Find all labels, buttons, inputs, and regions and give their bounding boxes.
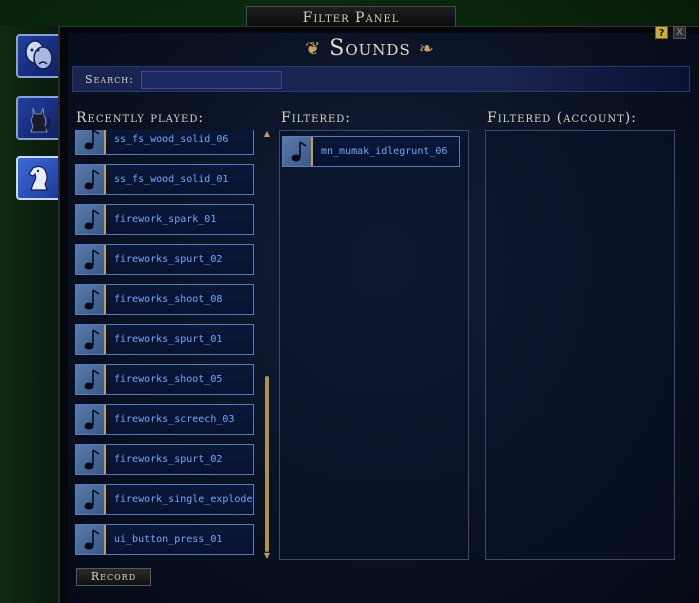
heading-text: Sounds (329, 36, 411, 61)
music-note-icon (283, 137, 313, 166)
search-label: Search: (85, 73, 134, 86)
sound-name: fireworks_spurt_02 (114, 454, 223, 465)
sound-list-item[interactable]: firework_single_explode_08 (75, 484, 254, 515)
filtered-account-list[interactable] (485, 130, 675, 560)
scroll-down-icon[interactable]: ▼ (262, 552, 272, 560)
sound-name: fireworks_screech_03 (114, 414, 235, 425)
tab-emotes[interactable] (16, 34, 62, 78)
window-title[interactable]: Filter Panel (246, 6, 456, 28)
sound-list-item[interactable]: firework_spark_01 (75, 204, 254, 235)
sound-name: fireworks_shoot_05 (114, 374, 223, 385)
recently-played-scrollbar[interactable]: ▲ ▼ (262, 130, 272, 560)
theater-masks-icon (25, 40, 53, 70)
help-button[interactable]: ? (655, 26, 668, 39)
cat-icon (30, 107, 51, 133)
music-note-icon (76, 165, 106, 194)
tab-pets[interactable] (16, 96, 62, 140)
sound-name: firework_single_explode_08 (114, 494, 253, 505)
sound-name: fireworks_spurt_01 (114, 334, 223, 345)
sound-name: fireworks_spurt_02 (114, 254, 223, 265)
left-ornament-icon: ❦ (305, 38, 322, 60)
sound-list-item[interactable]: ui_button_press_01 (75, 524, 254, 555)
music-note-icon (76, 285, 106, 314)
music-note-icon (76, 405, 106, 434)
filtered-header: Filtered: (281, 110, 352, 126)
music-note-icon (76, 525, 106, 554)
sound-list-item[interactable]: fireworks_spurt_02 (75, 444, 254, 475)
music-note-icon (76, 325, 106, 354)
sound-list-item[interactable]: fireworks_screech_03 (75, 404, 254, 435)
sound-list-item[interactable]: fireworks_shoot_05 (75, 364, 254, 395)
section-heading: ❦ Sounds ❧ (270, 36, 470, 64)
filtered-account-header: Filtered (account): (487, 110, 637, 126)
sound-list-item[interactable]: ss_fs_wood_solid_01 (75, 164, 254, 195)
music-note-icon (76, 445, 106, 474)
music-note-icon (76, 205, 106, 234)
right-ornament-icon: ❧ (418, 38, 435, 60)
sound-name: fireworks_shoot_08 (114, 294, 223, 305)
knight-chess-piece-icon (28, 165, 48, 191)
recently-played-header: Recently played: (76, 110, 205, 126)
sound-name: firework_spark_01 (114, 214, 217, 225)
sound-name: ui_button_press_01 (114, 534, 223, 545)
sound-list-item[interactable]: mn_mumak_idlegrunt_06 (282, 136, 460, 167)
sound-name: ss_fs_wood_solid_01 (114, 174, 229, 185)
sound-name: ss_fs_wood_solid_06 (114, 134, 229, 145)
sound-list-item[interactable]: fireworks_shoot_08 (75, 284, 254, 315)
scroll-thumb[interactable] (265, 376, 269, 552)
music-note-icon (76, 245, 106, 274)
sound-list-item[interactable]: fireworks_spurt_01 (75, 324, 254, 355)
tab-sounds[interactable] (16, 156, 62, 200)
music-note-icon (76, 485, 106, 514)
scroll-up-icon[interactable]: ▲ (262, 130, 272, 138)
filtered-list[interactable] (279, 130, 469, 560)
close-button[interactable]: X (673, 26, 686, 39)
sound-list-item[interactable]: fireworks_spurt_02 (75, 244, 254, 275)
music-note-icon (76, 365, 106, 394)
record-button[interactable]: Record (76, 568, 151, 586)
search-input[interactable] (141, 71, 282, 89)
sound-name: mn_mumak_idlegrunt_06 (321, 146, 448, 157)
